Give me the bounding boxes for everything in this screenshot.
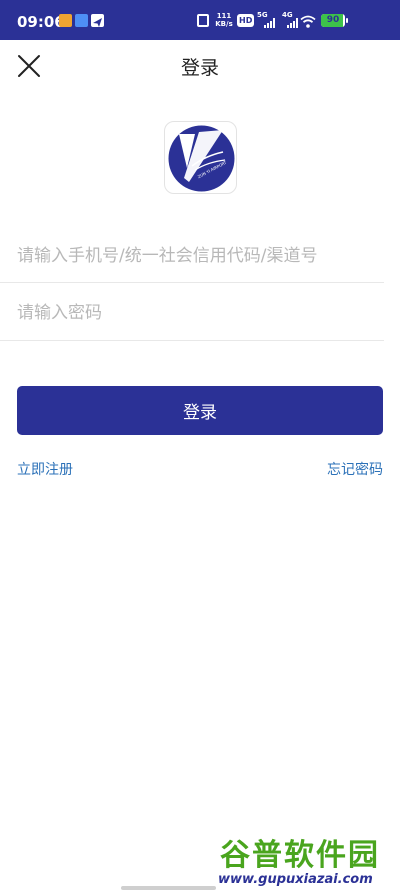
wifi-icon [300, 13, 316, 32]
watermark-url: www.gupuxiazai.com [218, 872, 373, 887]
network-speed: 111 KB/s [215, 12, 233, 28]
signal-icon [264, 18, 275, 28]
password-input[interactable] [17, 297, 384, 329]
register-link[interactable]: 立即注册 [17, 459, 73, 479]
watermark: 谷普软件园 www.gupuxiazai.com [216, 828, 400, 891]
battery-level: 90 [326, 15, 340, 25]
vibrate-icon [197, 14, 209, 27]
login-button[interactable]: 登录 [17, 386, 383, 435]
app-notification-icon [75, 14, 88, 27]
page-title: 登录 [180, 57, 219, 79]
send-icon [91, 14, 104, 27]
network-speed-value: 111 [216, 12, 232, 20]
divider [0, 340, 384, 341]
divider [0, 282, 384, 283]
zunyi-airport-logo: ZUN YI AIRPORT [164, 121, 237, 194]
home-indicator[interactable] [121, 886, 216, 890]
phone-input[interactable] [17, 240, 384, 272]
signal-icon [287, 18, 298, 28]
status-bar: 09:06 111 KB/s HD 5G 4G 90 [0, 0, 400, 40]
status-time: 09:06 [17, 13, 65, 31]
app-notification-icon [59, 14, 72, 27]
watermark-text: 谷普软件园 [220, 838, 380, 873]
network-speed-unit: KB/s [215, 20, 233, 28]
battery-icon: 90 [321, 14, 348, 27]
forgot-password-link[interactable]: 忘记密码 [327, 459, 383, 479]
hd-badge: HD [237, 14, 255, 27]
